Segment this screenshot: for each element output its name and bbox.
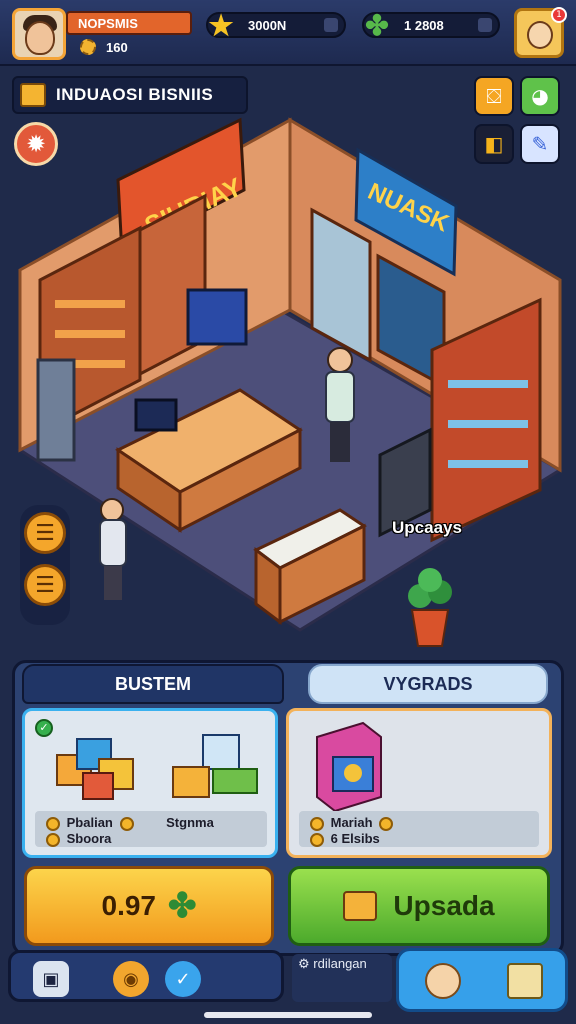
magnifier-icon[interactable]: [425, 963, 461, 999]
item-card-left[interactable]: ✓ Pbalian Stgnma Sboora: [22, 708, 278, 858]
flag-icon: [20, 83, 46, 107]
info-label: ⚙ rdilangan: [292, 954, 392, 1002]
bottom-nav: ▣ ◉ ✓: [8, 950, 284, 1002]
card-right-sub: 6 Elsibs: [330, 831, 380, 846]
profile-button[interactable]: 1: [514, 7, 567, 58]
player-level: 160: [106, 39, 128, 55]
coin-icon: [119, 816, 134, 831]
crate-icon[interactable]: [507, 963, 543, 999]
currency-stars[interactable]: ★ 3000N: [206, 10, 346, 41]
coin-icon: [310, 816, 324, 831]
menu-button-2[interactable]: ☰: [24, 564, 66, 606]
potted-plant: [408, 568, 452, 647]
coins-icon[interactable]: ◉: [113, 961, 149, 997]
avatar-face: [25, 21, 55, 55]
card-right-info: Mariah 6 Elsibs: [299, 811, 539, 847]
plus-leaf-icon: ✤: [168, 887, 197, 925]
gear-icon: [46, 832, 60, 847]
tab-system[interactable]: BUSTEM: [22, 664, 284, 704]
upgrades-label: Upcaays: [392, 518, 462, 537]
package-illustration: [316, 721, 382, 813]
upgrade-button[interactable]: Upsada: [288, 866, 550, 946]
item-card-right[interactable]: Mariah 6 Elsibs: [286, 708, 552, 858]
leaf-icon: ✤: [365, 9, 389, 41]
top-hud: NOPSMIS 160 ★ 3000N ✤ 1 2808 1: [0, 0, 576, 66]
card-left-info: Pbalian Stgnma Sboora: [35, 811, 267, 847]
tab-upgrades[interactable]: VYGRADS: [308, 664, 548, 704]
buy-price-button[interactable]: 0.97 ✤: [24, 866, 274, 946]
gear-icon: [80, 39, 96, 55]
shop-bag-icon: ⛋: [486, 84, 502, 108]
menu-icon: ☰: [35, 572, 55, 598]
currency-leaves-value: 1 2808: [404, 17, 444, 33]
price-value: 0.97: [101, 890, 157, 921]
gear-icon: ⚙: [298, 956, 310, 971]
profile-face-icon: [527, 21, 553, 49]
info-label-text: rdilangan: [313, 956, 367, 971]
menu-button-1[interactable]: ☰: [24, 512, 66, 554]
atm-machine: [36, 358, 76, 462]
upgrade-label: Upsada: [393, 890, 495, 921]
add-stars-button[interactable]: [324, 18, 338, 32]
card-left-sub: Sboora: [66, 831, 112, 846]
card-left-name-a: Pbalian: [66, 815, 113, 830]
small-monitor: [134, 398, 178, 432]
business-banner: INDUAOSI BISNIIS: [12, 76, 248, 114]
card-right-name: Mariah: [330, 815, 373, 830]
player-level-row: 160: [80, 37, 128, 57]
checkmark-icon[interactable]: ✓: [165, 961, 201, 997]
boxes-illustration: [56, 734, 258, 800]
nav-right-panel[interactable]: [396, 948, 568, 1012]
home-indicator: [204, 1012, 372, 1018]
currency-leaves[interactable]: ✤ 1 2808: [362, 10, 500, 41]
customer-figure-2: [99, 498, 127, 600]
coin-icon: [46, 816, 60, 831]
gear-icon: [310, 832, 324, 847]
chat-icon: ◕: [531, 84, 549, 108]
menu-icon: ☰: [35, 520, 55, 546]
coin-icon: [379, 816, 394, 831]
store-scene[interactable]: SIURIAY NUASK: [0, 110, 576, 650]
customer-figure: [325, 347, 355, 462]
currency-stars-value: 3000N: [248, 17, 287, 33]
notification-badge: 1: [551, 7, 567, 23]
player-avatar[interactable]: [12, 8, 66, 60]
star-icon: ★: [208, 9, 234, 41]
card-left-name-b: Stgnma: [166, 815, 214, 830]
add-leaves-button[interactable]: [478, 18, 492, 32]
briefcase-icon: [343, 891, 378, 921]
monitor: [186, 288, 248, 346]
player-name: NOPSMIS: [66, 11, 192, 35]
business-title: INDUAOSI BISNIIS: [56, 85, 214, 104]
store-icon[interactable]: ▣: [33, 961, 69, 997]
